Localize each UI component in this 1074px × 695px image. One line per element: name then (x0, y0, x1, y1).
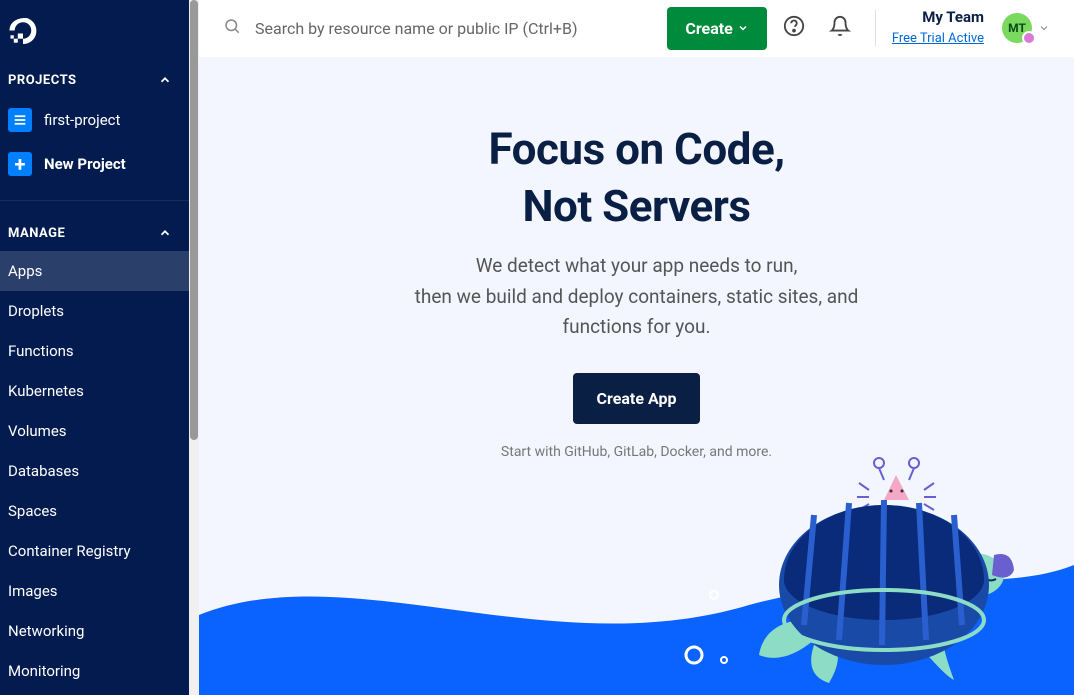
content-area: Focus on Code, Not Servers We detect wha… (199, 57, 1074, 695)
chevron-up-icon (157, 225, 173, 241)
manage-section-header[interactable]: MANAGE (0, 215, 189, 251)
bell-icon (829, 15, 851, 41)
sidebar-item-droplets[interactable]: Droplets (0, 291, 189, 331)
project-icon (8, 108, 32, 132)
sidebar-item-databases[interactable]: Databases (0, 451, 189, 491)
search-icon (223, 17, 241, 39)
logo-area[interactable] (0, 0, 189, 62)
projects-section-header[interactable]: PROJECTS (0, 62, 189, 98)
sidebar-item-functions[interactable]: Functions (0, 331, 189, 371)
new-project-label: New Project (44, 155, 126, 173)
plus-icon: + (8, 152, 32, 176)
sidebar-project-first[interactable]: first-project (0, 98, 189, 142)
search-input[interactable] (255, 19, 659, 38)
account-menu[interactable]: MT (1002, 13, 1050, 43)
chevron-down-icon (737, 19, 749, 38)
sidebar-scrollbar[interactable] (189, 0, 199, 695)
sidebar-item-kubernetes[interactable]: Kubernetes (0, 371, 189, 411)
sidebar-item-apps[interactable]: Apps (0, 251, 189, 291)
chevron-up-icon (157, 72, 173, 88)
search-area[interactable] (223, 17, 659, 39)
notifications-button[interactable] (821, 9, 859, 47)
main-area: Create My Team Free Trial Active MT (199, 0, 1074, 695)
sidebar-item-spaces[interactable]: Spaces (0, 491, 189, 531)
digitalocean-logo-icon (8, 16, 38, 46)
help-icon (783, 15, 805, 41)
team-name: My Team (892, 8, 984, 28)
scrollbar-thumb[interactable] (190, 0, 198, 440)
sidebar: PROJECTS first-project + New Project MAN… (0, 0, 189, 695)
sidebar-item-volumes[interactable]: Volumes (0, 411, 189, 451)
topbar-divider (875, 10, 876, 46)
project-label: first-project (44, 111, 120, 129)
avatar-badge-icon (1022, 31, 1036, 45)
help-button[interactable] (775, 9, 813, 47)
sidebar-divider (0, 200, 189, 201)
sidebar-item-networking[interactable]: Networking (0, 611, 189, 651)
hero-subtitle: We detect what your app needs to run, th… (199, 251, 1074, 342)
sidebar-new-project[interactable]: + New Project (0, 142, 189, 186)
create-app-button[interactable]: Create App (573, 373, 701, 424)
sidebar-item-container-registry[interactable]: Container Registry (0, 531, 189, 571)
sidebar-item-images[interactable]: Images (0, 571, 189, 611)
avatar: MT (1002, 13, 1032, 43)
team-block: My Team Free Trial Active (892, 8, 984, 48)
trial-link[interactable]: Free Trial Active (892, 31, 984, 46)
chevron-down-icon (1038, 19, 1050, 38)
topbar: Create My Team Free Trial Active MT (199, 0, 1074, 57)
projects-label: PROJECTS (8, 73, 77, 88)
hero-title: Focus on Code, Not Servers (199, 121, 1074, 235)
create-button[interactable]: Create (667, 7, 766, 50)
sidebar-item-monitoring[interactable]: Monitoring (0, 651, 189, 691)
turtle-illustration (754, 445, 1014, 685)
manage-label: MANAGE (8, 226, 65, 241)
create-label: Create (685, 19, 732, 38)
